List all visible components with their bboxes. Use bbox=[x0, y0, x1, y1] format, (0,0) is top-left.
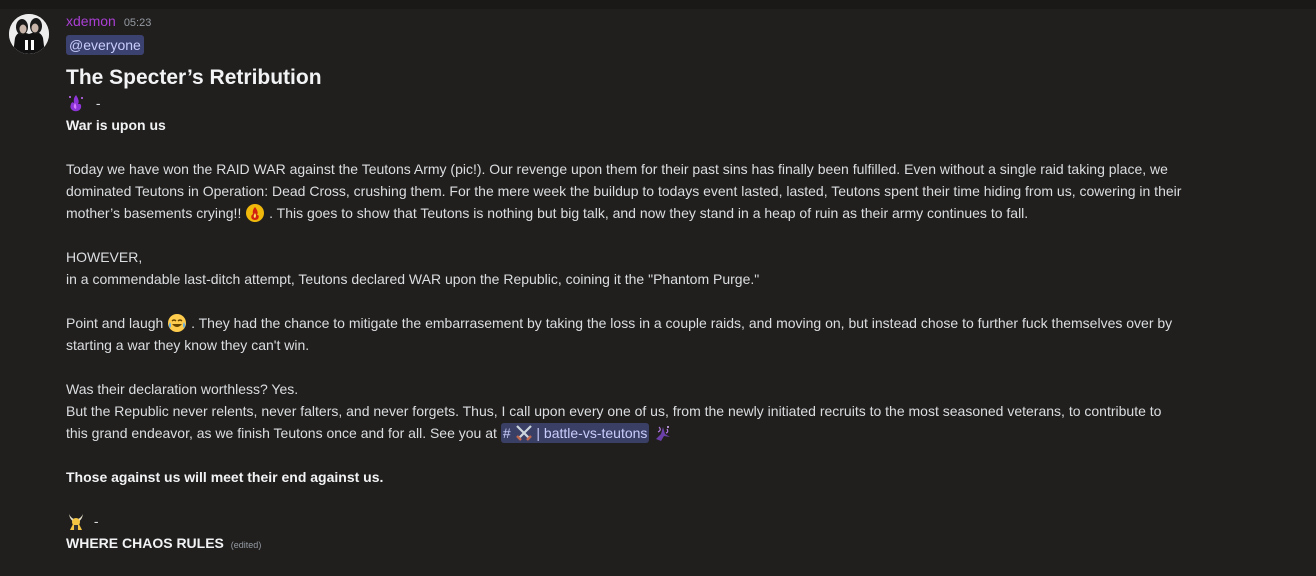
user-avatar-icon bbox=[9, 14, 49, 54]
para-3-line-1: Point and laugh . They had the chance to… bbox=[66, 312, 1296, 334]
para-1-line-3: mother’s basements crying!! . This goes … bbox=[66, 202, 1296, 224]
channel-name: | battle-vs-teutons bbox=[536, 425, 648, 441]
emoji-line-2: - bbox=[66, 510, 1296, 532]
avatar[interactable] bbox=[9, 14, 49, 54]
para-1-line-1: Today we have won the RAID WAR against t… bbox=[66, 161, 1168, 177]
everyone-mention[interactable]: @everyone bbox=[66, 35, 144, 55]
para-2-line-1: HOWEVER, bbox=[66, 249, 143, 265]
emoji-line-1: - bbox=[66, 92, 1296, 114]
section-heading-chaos: WHERE CHAOS RULES (edited) bbox=[66, 532, 1296, 556]
channel-hash-icon: # bbox=[502, 425, 511, 441]
section-heading-chaos-text: WHERE CHAOS RULES bbox=[66, 535, 224, 551]
channel-mention-battle-vs-teutons[interactable]: # | battle-vs-teutons bbox=[500, 423, 650, 443]
message-header: xdemon 05:23 bbox=[66, 13, 1296, 33]
para-1-text-b: . This goes to show that Teutons is noth… bbox=[269, 205, 1029, 221]
username[interactable]: xdemon bbox=[66, 13, 116, 29]
top-bar bbox=[0, 0, 1316, 9]
fire-emoji-icon[interactable] bbox=[245, 203, 265, 223]
para-3-text-b: . They had the chance to mitigate the em… bbox=[191, 315, 1173, 331]
para-1-text-a: mother’s basements crying!! bbox=[66, 205, 242, 221]
para-2-line-2: in a commendable last-ditch attempt, Teu… bbox=[66, 271, 760, 287]
edited-label: (edited) bbox=[230, 540, 262, 550]
closing-line: Those against us will meet their end aga… bbox=[66, 469, 384, 485]
para-3-text-a: Point and laugh bbox=[66, 315, 164, 331]
message-title: The Specter’s Retribution bbox=[66, 66, 322, 89]
crossed-swords-emoji-icon bbox=[515, 424, 533, 442]
message-content: xdemon 05:23 @everyone The Specter’s Ret… bbox=[66, 13, 1296, 556]
purple-sparkle-emoji-icon[interactable] bbox=[653, 423, 673, 443]
para-4-line-2: But the Republic never relents, never fa… bbox=[66, 403, 1162, 419]
para-1-line-2: dominated Teutons in Operation: Dead Cro… bbox=[66, 183, 1182, 199]
section-heading-war: War is upon us bbox=[66, 117, 166, 133]
horned-figure-emoji-icon[interactable] bbox=[66, 511, 86, 531]
crying-laughing-emoji-icon[interactable] bbox=[167, 313, 187, 333]
dash-1: - bbox=[95, 95, 101, 111]
timestamp[interactable]: 05:23 bbox=[124, 17, 152, 29]
para-4-text-a: this grand endeavor, as we finish Teuton… bbox=[66, 425, 497, 441]
purple-flame-emoji-icon[interactable] bbox=[66, 93, 86, 113]
para-3-line-2: starting a war they know they can't win. bbox=[66, 337, 310, 353]
para-4-line-3: this grand endeavor, as we finish Teuton… bbox=[66, 422, 1296, 444]
para-4-line-1: Was their declaration worthless? Yes. bbox=[66, 381, 299, 397]
dash-2: - bbox=[93, 513, 99, 529]
